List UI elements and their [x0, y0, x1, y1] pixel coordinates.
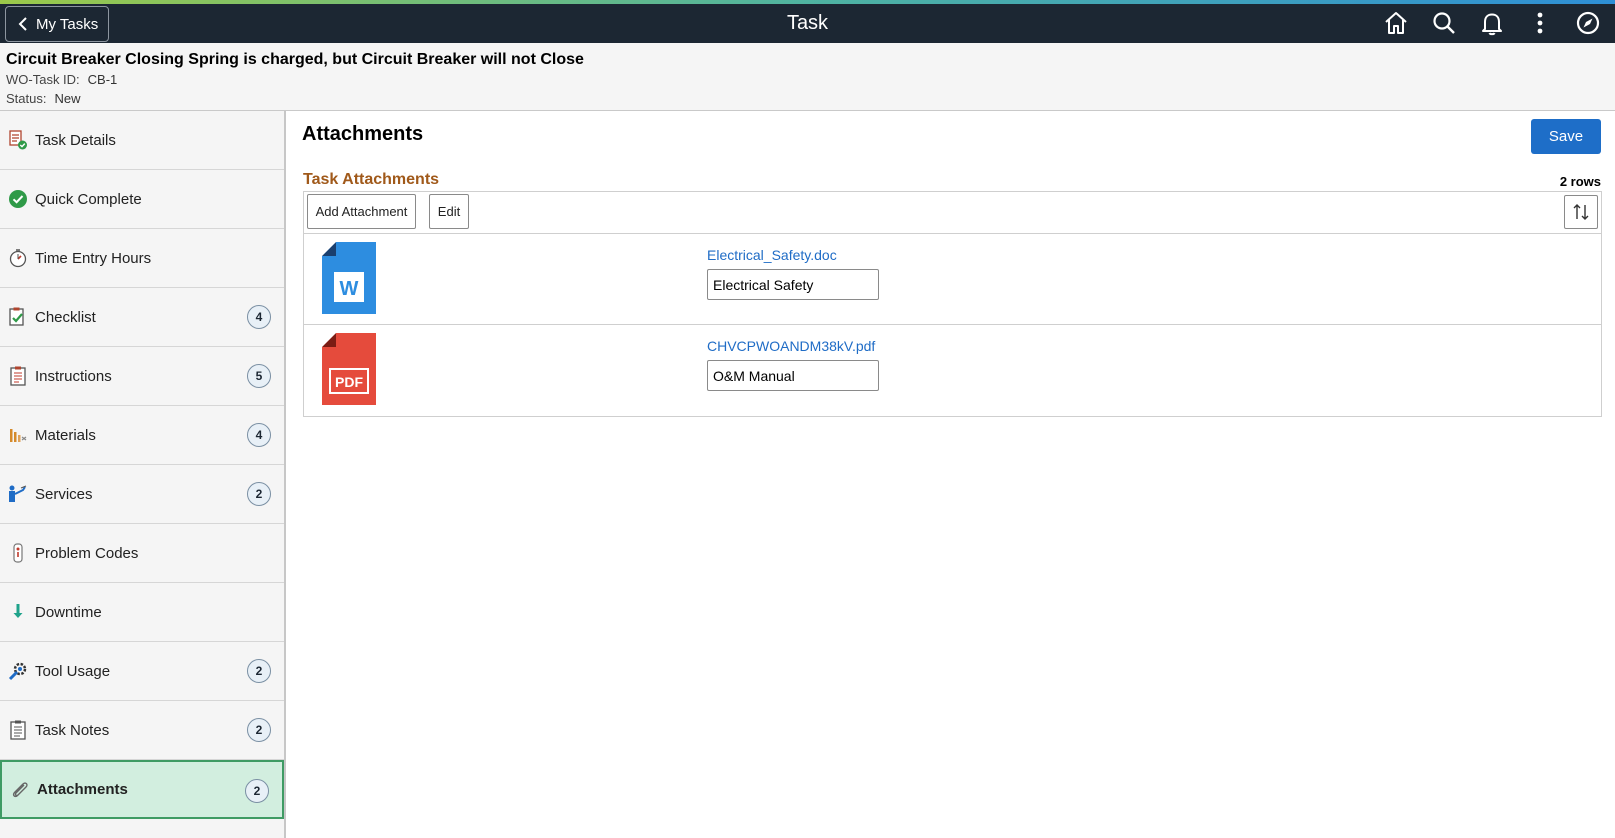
sidebar-item-materials[interactable]: Materials 4 [0, 406, 284, 465]
add-attachment-button[interactable]: Add Attachment [307, 194, 416, 229]
task-header: Circuit Breaker Closing Spring is charge… [0, 43, 1615, 111]
status-label: Status: [6, 91, 47, 106]
services-icon [8, 483, 28, 505]
down-arrow-icon [8, 601, 28, 623]
status-line: Status: New [6, 90, 1615, 107]
pdf-file-letter: PDF [335, 374, 363, 390]
row-count: 2 rows [1559, 174, 1601, 189]
sort-button[interactable] [1564, 195, 1598, 229]
notes-icon [8, 719, 28, 741]
sidebar-item-label: Quick Complete [35, 190, 142, 208]
page-title: Attachments [302, 123, 424, 145]
sidebar-item-services[interactable]: Services 2 [0, 465, 284, 524]
attachments-grid: Add Attachment Edit W Electrical_Safety.… [303, 191, 1602, 417]
attachments-count-badge: 2 [245, 779, 269, 803]
sidebar-item-label: Instructions [35, 367, 112, 385]
word-file-letter: W [340, 278, 359, 300]
problem-codes-icon [8, 542, 28, 564]
sidebar-item-label: Task Notes [35, 721, 110, 739]
word-file-icon[interactable]: W [322, 242, 376, 314]
home-icon[interactable] [1381, 8, 1411, 38]
sidebar-item-task-notes[interactable]: Task Notes 2 [0, 701, 284, 760]
instructions-count-badge: 5 [247, 364, 271, 388]
task-id-line: WO-Task ID: CB-1 [6, 71, 1615, 88]
tool-usage-count-badge: 2 [247, 659, 271, 683]
bell-icon[interactable] [1477, 8, 1507, 38]
sidebar-item-quick-complete[interactable]: Quick Complete [0, 170, 284, 229]
table-row: W Electrical_Safety.doc [304, 234, 1601, 325]
sidebar-item-label: Checklist [35, 308, 96, 326]
checklist-icon [8, 306, 28, 328]
sidebar-item-label: Task Details [35, 131, 116, 149]
sidebar-item-label: Tool Usage [35, 662, 111, 680]
sidebar-item-label: Downtime [35, 603, 102, 621]
status-value: New [54, 91, 81, 106]
sidebar-item-problem-codes[interactable]: Problem Codes [0, 524, 284, 583]
tool-icon [8, 660, 28, 682]
sidebar-item-task-details[interactable]: Task Details [0, 111, 284, 170]
description-field[interactable] [707, 269, 879, 300]
attachment-link[interactable]: CHVCPWOANDM38kV.pdf [707, 338, 875, 354]
search-icon[interactable] [1429, 8, 1459, 38]
description-field[interactable] [707, 360, 879, 391]
sidebar-item-tool-usage[interactable]: Tool Usage 2 [0, 642, 284, 701]
attachment-link[interactable]: Electrical_Safety.doc [707, 247, 837, 263]
checklist-count-badge: 4 [247, 305, 271, 329]
instructions-icon [8, 365, 28, 387]
sidebar-nav: Task Details Quick Complete Time Entry H… [0, 111, 286, 838]
sidebar-item-label: Materials [35, 426, 96, 444]
sort-icon [1573, 204, 1589, 220]
materials-count-badge: 4 [247, 423, 271, 447]
task-notes-count-badge: 2 [247, 718, 271, 742]
task-id-value: CB-1 [87, 72, 118, 87]
sidebar-item-label: Problem Codes [35, 544, 139, 562]
sidebar-item-attachments[interactable]: Attachments 2 [0, 760, 284, 819]
materials-icon [8, 424, 28, 446]
task-details-icon [8, 129, 28, 151]
sidebar-item-label: Services [35, 485, 93, 503]
grid-toolbar: Add Attachment Edit [304, 192, 1601, 234]
task-title: Circuit Breaker Closing Spring is charge… [6, 51, 584, 68]
navbar-compass-icon[interactable] [1573, 8, 1603, 38]
save-button[interactable]: Save [1531, 119, 1601, 154]
sidebar-item-label: Time Entry Hours [35, 249, 152, 267]
sidebar-item-time-entry-hours[interactable]: Time Entry Hours [0, 229, 284, 288]
sidebar-item-instructions[interactable]: Instructions 5 [0, 347, 284, 406]
check-circle-icon [8, 188, 28, 210]
pdf-file-icon[interactable]: PDF [322, 333, 376, 405]
sidebar-item-downtime[interactable]: Downtime [0, 583, 284, 642]
main-content: Attachments Save Task Attachments 2 rows… [288, 111, 1615, 838]
task-id-label: WO-Task ID: [6, 72, 80, 87]
services-count-badge: 2 [247, 482, 271, 506]
stopwatch-icon [8, 247, 28, 269]
sidebar-item-label: Attachments [37, 781, 128, 798]
top-navbar: My Tasks Task [0, 4, 1615, 43]
sidebar-item-checklist[interactable]: Checklist 4 [0, 288, 284, 347]
top-icon-group [1363, 8, 1603, 38]
more-vert-icon[interactable] [1525, 8, 1555, 38]
paperclip-icon [10, 779, 30, 801]
edit-button[interactable]: Edit [429, 194, 469, 229]
grid-title: Task Attachments [303, 171, 440, 188]
table-row: PDF CHVCPWOANDM38kV.pdf [304, 325, 1601, 416]
